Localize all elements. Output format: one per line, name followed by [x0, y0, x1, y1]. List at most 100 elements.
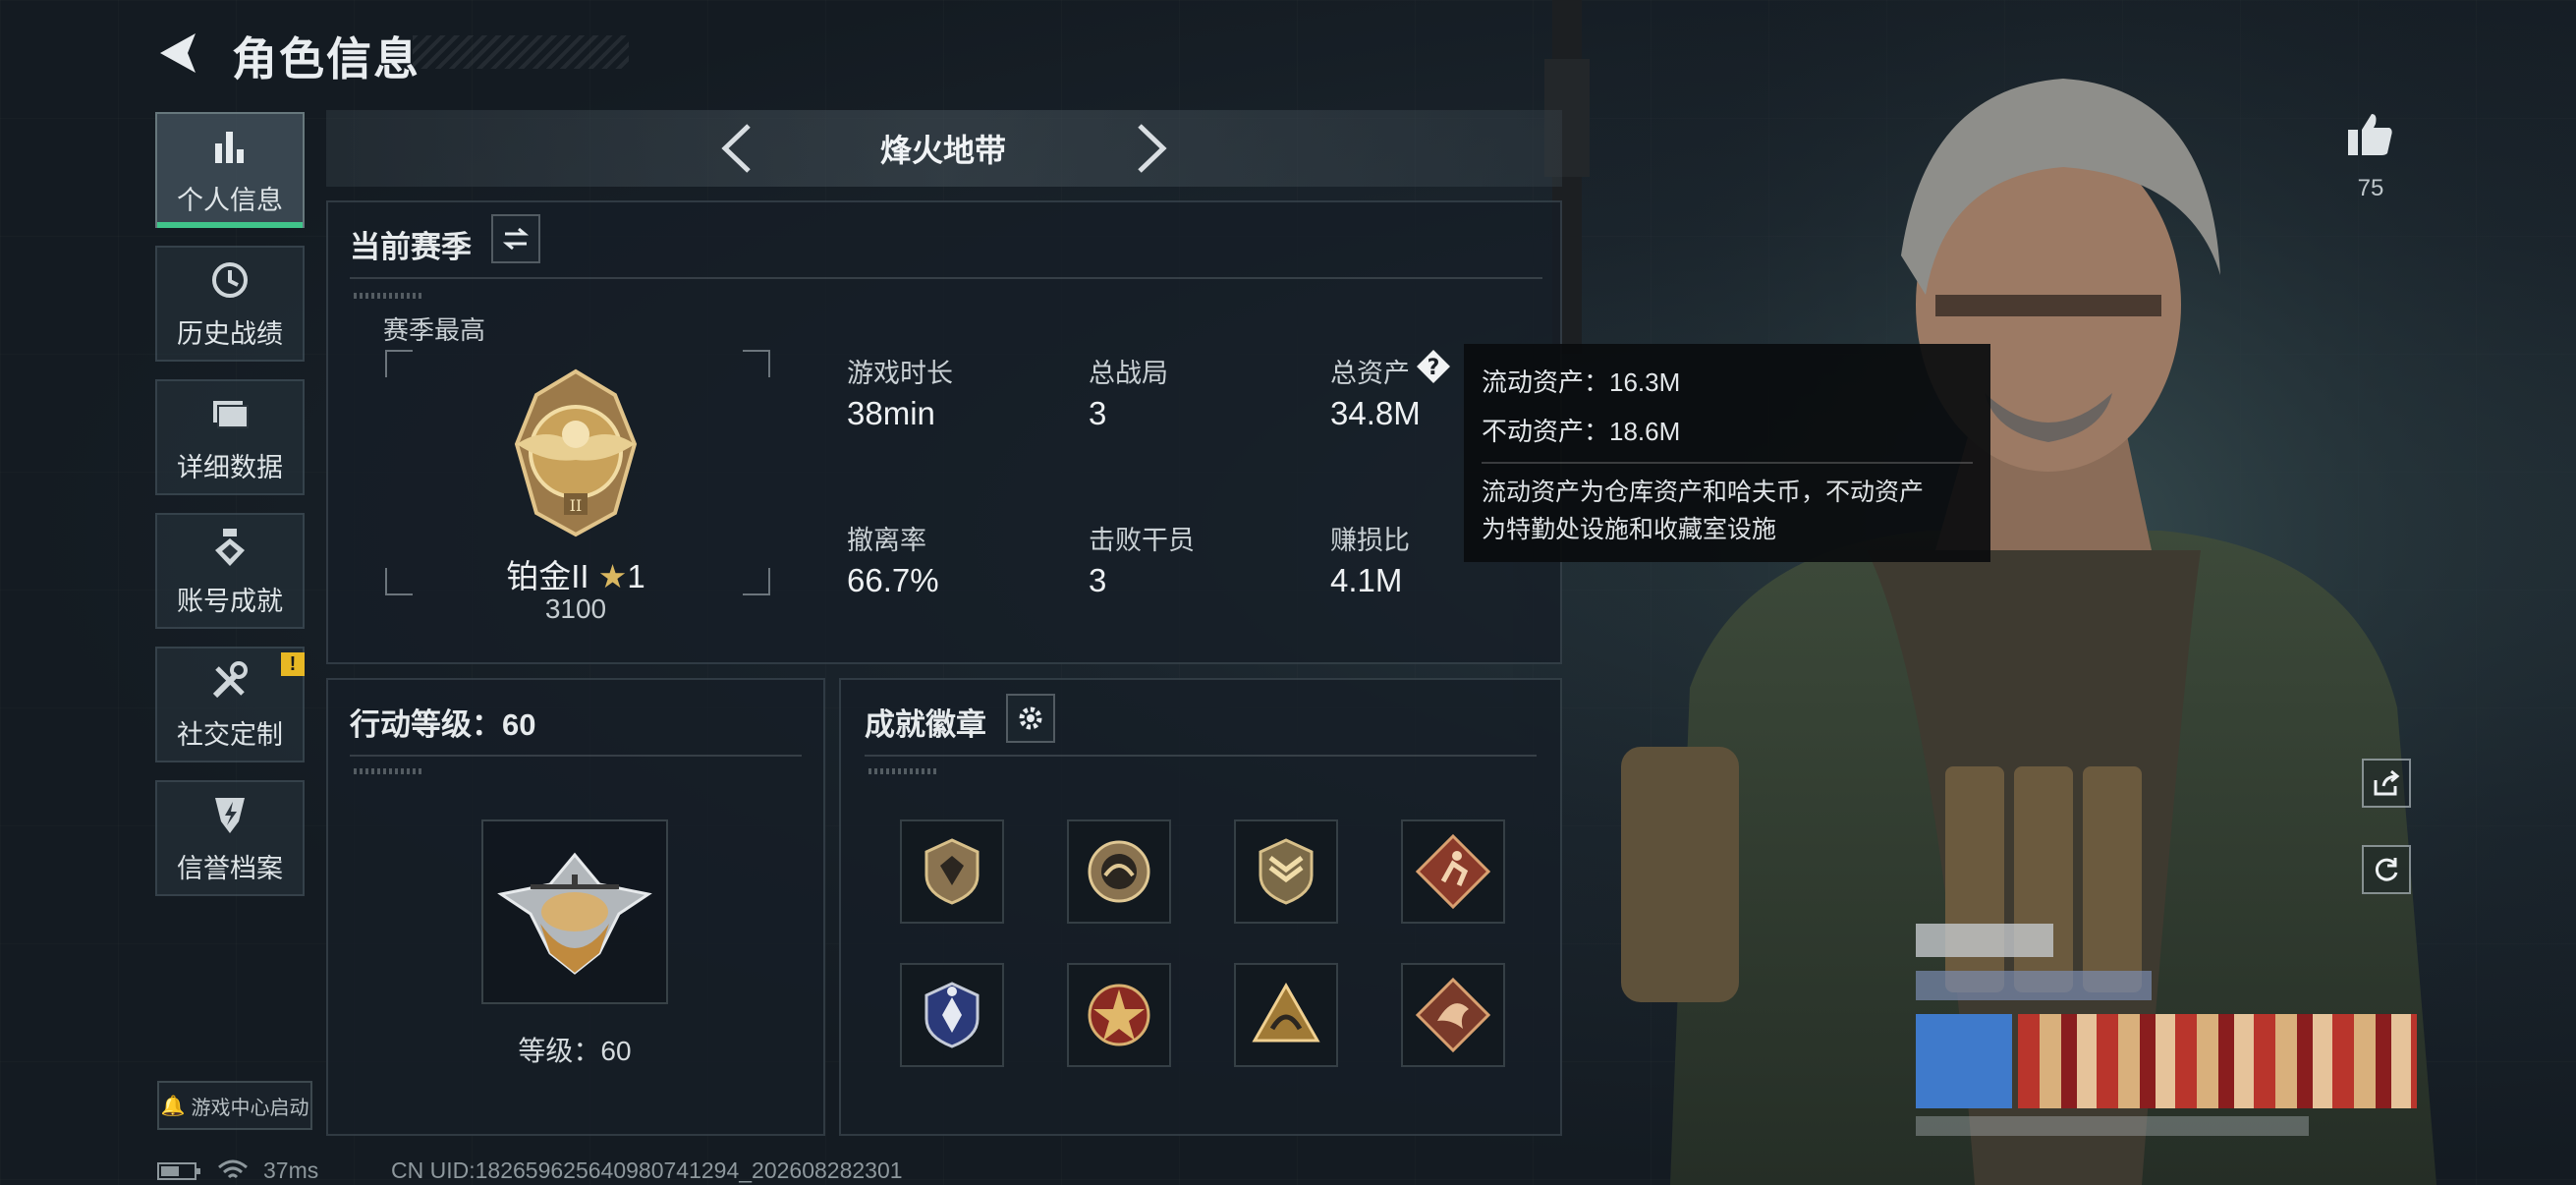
- season-switch-button[interactable]: [491, 214, 540, 263]
- tooltip-note-line2: 为特勤处设施和收藏室设施: [1482, 516, 1777, 543]
- police-badge-icon: [924, 982, 980, 1048]
- sidebar-item-credit-record[interactable]: 信誉档案: [155, 780, 305, 896]
- sidebar-item-label: 详细数据: [177, 452, 283, 482]
- game-center-label: 游戏中心启动: [191, 1097, 309, 1119]
- achievement-icon: [215, 528, 245, 566]
- chevron-left-icon[interactable]: [709, 118, 768, 179]
- shield-badge-icon: [924, 838, 980, 905]
- svg-text:?: ?: [1428, 356, 1440, 380]
- bell-icon: 🔔: [160, 1095, 186, 1117]
- star-icon: ★: [597, 558, 628, 594]
- swap-icon: [502, 227, 530, 251]
- frame-corner: [743, 568, 770, 595]
- season-divider: [350, 277, 1542, 279]
- stat-label-total-assets: 总资产: [1330, 359, 1410, 388]
- sidebar-item-achievements[interactable]: 账号成就: [155, 513, 305, 629]
- stat-label-operators-defeated: 击败干员: [1089, 526, 1195, 555]
- achievement-badge[interactable]: [1401, 963, 1505, 1067]
- achievement-badge[interactable]: [1067, 963, 1171, 1067]
- share-icon: [2374, 769, 2400, 796]
- title-decoration: [413, 35, 629, 69]
- circle-badge-icon: [1088, 840, 1150, 903]
- rank-name-row: 铂金II ★1: [462, 550, 690, 597]
- level-caption: 等级：60: [518, 1036, 632, 1066]
- sidebar-item-label: 账号成就: [177, 586, 283, 616]
- stat-label-playtime: 游戏时长: [847, 359, 953, 388]
- rank-stars: 1: [627, 558, 645, 594]
- tooltip-liquid-assets: 流动资产：16.3M: [1482, 367, 1681, 397]
- stat-value-operators-defeated: 3: [1089, 562, 1107, 598]
- dragon-diamond-badge-icon: [1415, 977, 1491, 1053]
- uid-text: CN UID:1826596256409807412​94_2026082823…: [391, 1157, 903, 1183]
- sidebar-item-detailed-data[interactable]: 详细数据: [155, 379, 305, 495]
- sidebar-item-label: 信誉档案: [177, 853, 283, 883]
- credit-icon: [215, 797, 245, 833]
- decoration: [354, 768, 422, 774]
- level-title: 行动等级：60: [350, 707, 536, 742]
- triangle-badge-icon: [1252, 982, 1320, 1043]
- share-button[interactable]: [2362, 759, 2411, 808]
- help-icon[interactable]: ?: [1415, 348, 1452, 385]
- stat-label-extraction-rate: 撤离率: [847, 526, 926, 555]
- game-center-launch-button[interactable]: 🔔 游戏中心启动: [157, 1081, 312, 1130]
- helicopter-emblem-icon: [497, 852, 652, 975]
- thumbs-up-icon[interactable]: [2344, 108, 2397, 161]
- svg-text:II: II: [570, 496, 583, 515]
- gear-icon: [1019, 706, 1042, 730]
- achievement-badge[interactable]: [1234, 819, 1338, 924]
- history-icon: [212, 261, 248, 298]
- sidebar-item-label: 历史战绩: [177, 318, 283, 349]
- sidebar-item-personal-info[interactable]: 个人信息: [155, 112, 305, 228]
- season-title: 当前赛季: [350, 230, 472, 264]
- achievement-badge[interactable]: [900, 819, 1004, 924]
- page-title: 角色信息: [232, 33, 420, 85]
- stat-value-total-assets: 34.8M: [1330, 395, 1421, 431]
- badges-divider: [865, 755, 1537, 757]
- achievement-badge[interactable]: [1067, 819, 1171, 924]
- badges-settings-button[interactable]: [1006, 694, 1055, 743]
- tools-icon: [212, 660, 248, 698]
- star-medal-badge-icon: [1088, 984, 1150, 1046]
- rank-emblem-icon: II: [514, 368, 638, 537]
- player-nameplate-censored: [1916, 924, 2417, 1150]
- frame-corner: [743, 350, 770, 377]
- like-count: 75: [2357, 175, 2384, 201]
- sidebar-item-label: 个人信息: [177, 185, 283, 215]
- chevron-right-icon[interactable]: [1120, 118, 1179, 179]
- rank-points: 3100: [544, 593, 607, 624]
- stat-label-total-matches: 总战局: [1089, 359, 1168, 388]
- tooltip-fixed-assets: 不动资产：18.6M: [1482, 417, 1681, 446]
- stat-value-extraction-rate: 66.7%: [847, 562, 939, 598]
- refresh-button[interactable]: [2362, 845, 2411, 894]
- stat-label-profit-loss: 赚损比: [1330, 526, 1410, 555]
- frame-corner: [385, 350, 413, 377]
- sidebar-item-history[interactable]: 历史战绩: [155, 246, 305, 362]
- bar-chart-icon: [215, 131, 244, 163]
- achievement-badge[interactable]: [900, 963, 1004, 1067]
- achievement-badge[interactable]: [1401, 819, 1505, 924]
- achievement-badge[interactable]: [1234, 963, 1338, 1067]
- mode-title: 烽火地带: [879, 133, 1006, 168]
- sidebar-item-label: 社交定制: [177, 719, 283, 750]
- decoration: [868, 768, 937, 774]
- battery-icon: [157, 1162, 200, 1180]
- stat-value-total-matches: 3: [1089, 395, 1107, 431]
- wifi-icon: [218, 1159, 248, 1179]
- stat-value-profit-loss: 4.1M: [1330, 562, 1403, 598]
- chevron-shield-badge-icon: [1259, 838, 1314, 905]
- folder-icon: [213, 400, 249, 428]
- sidebar-item-social-custom[interactable]: 社交定制 !: [155, 647, 305, 762]
- level-divider: [350, 755, 802, 757]
- refresh-icon: [2375, 858, 2398, 881]
- total-assets-tooltip: 流动资产：16.3M 不动资产：18.6M 流动资产为仓库资产和哈夫币，不动资产…: [1464, 344, 1990, 562]
- frame-corner: [385, 568, 413, 595]
- warning-badge: !: [281, 652, 305, 676]
- ping-text: 37ms: [263, 1157, 319, 1183]
- season-best-label: 赛季最高: [383, 315, 486, 345]
- rank-name: 铂金II: [506, 558, 589, 594]
- tooltip-divider: [1482, 462, 1973, 464]
- back-arrow-icon[interactable]: [152, 28, 205, 79]
- decoration: [354, 293, 422, 299]
- tooltip-note-line1: 流动资产为仓库资产和哈夫币，不动资产: [1482, 479, 1925, 506]
- runner-diamond-badge-icon: [1415, 833, 1491, 910]
